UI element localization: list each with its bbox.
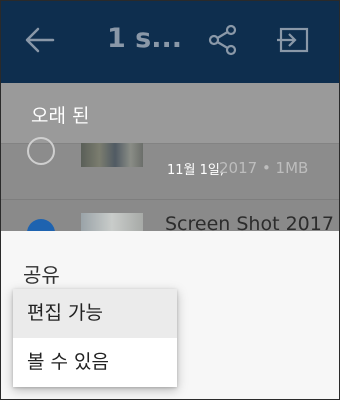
page-title: 1 s...: [107, 23, 183, 54]
permission-menu: 편집 가능 볼 수 있음: [13, 289, 177, 387]
thumbnail-image: [81, 143, 143, 167]
back-arrow-icon[interactable]: [23, 23, 57, 57]
radio-button[interactable]: [27, 137, 55, 165]
section-title: 오래 된: [31, 105, 90, 127]
app-bar: 1 s...: [1, 1, 339, 83]
menu-item-can-edit[interactable]: 편집 가능: [13, 289, 177, 338]
menu-item-can-view[interactable]: 볼 수 있음: [13, 338, 177, 387]
screen: 1 s... 오래 된 11월 1일, 2017 • 1MB Screen Sh…: [0, 0, 340, 400]
file-info: 2017 • 1MB: [219, 159, 309, 177]
move-icon[interactable]: [275, 23, 311, 57]
sheet-title: 공유: [23, 263, 60, 287]
thumbnail-image: [81, 213, 143, 231]
file-date: 11월 1일,: [167, 163, 224, 178]
share-icon[interactable]: [207, 23, 239, 57]
